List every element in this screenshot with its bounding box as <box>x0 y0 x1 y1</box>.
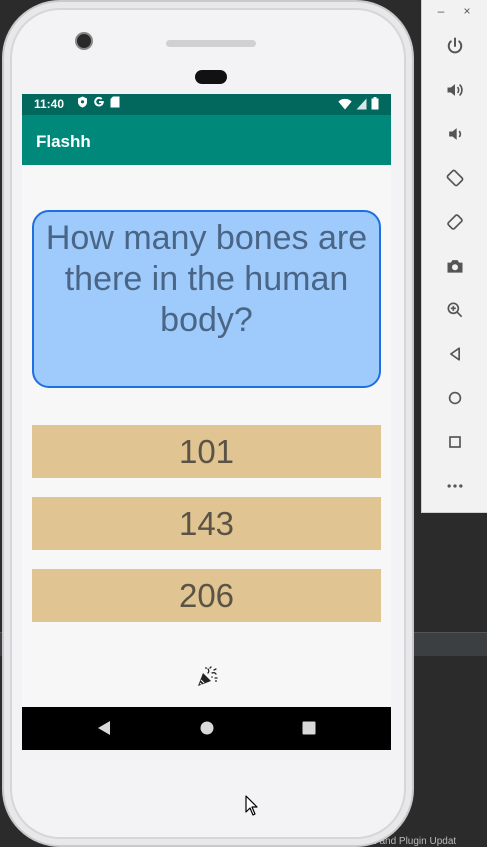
zoom-icon[interactable] <box>443 298 467 322</box>
overview-icon[interactable] <box>443 430 467 454</box>
minimize-button[interactable]: – <box>434 4 448 18</box>
device-screen: 11:40 Flashh How many bones are there in… <box>22 94 391 750</box>
more-icon[interactable] <box>443 474 467 498</box>
sd-card-icon <box>110 96 120 111</box>
signal-icon <box>356 98 367 113</box>
battery-icon <box>371 97 379 113</box>
answer-option-1[interactable]: 101 <box>32 425 381 478</box>
rotate-right-icon[interactable] <box>443 210 467 234</box>
nav-home-icon[interactable] <box>199 720 215 741</box>
status-bar: 11:40 <box>22 94 391 115</box>
question-card[interactable]: How many bones are there in the human bo… <box>32 210 381 388</box>
mouse-cursor-icon <box>245 795 259 822</box>
app-title: Flashh <box>36 132 91 151</box>
camera-icon[interactable] <box>443 254 467 278</box>
party-popper-icon[interactable] <box>195 665 219 689</box>
answer-option-3[interactable]: 206 <box>32 569 381 622</box>
status-time: 11:40 <box>34 97 65 111</box>
navigation-bar <box>22 707 391 750</box>
nav-overview-icon[interactable] <box>301 720 317 741</box>
emulator-toolbar: – × <box>421 0 487 513</box>
power-icon[interactable] <box>443 34 467 58</box>
shield-icon <box>77 96 88 111</box>
wifi-icon <box>338 98 352 113</box>
close-button[interactable]: × <box>460 4 474 18</box>
nav-back-icon[interactable] <box>97 720 111 741</box>
volume-up-icon[interactable] <box>443 78 467 102</box>
app-bar: Flashh <box>22 115 391 165</box>
back-icon[interactable] <box>443 342 467 366</box>
question-text: How many bones are there in the human bo… <box>45 219 368 339</box>
home-icon[interactable] <box>443 386 467 410</box>
front-camera <box>75 32 93 50</box>
top-speaker <box>166 40 256 47</box>
google-icon <box>93 96 105 111</box>
rotate-left-icon[interactable] <box>443 166 467 190</box>
answer-option-2[interactable]: 143 <box>32 497 381 550</box>
earpiece <box>195 70 227 84</box>
volume-down-icon[interactable] <box>443 122 467 146</box>
